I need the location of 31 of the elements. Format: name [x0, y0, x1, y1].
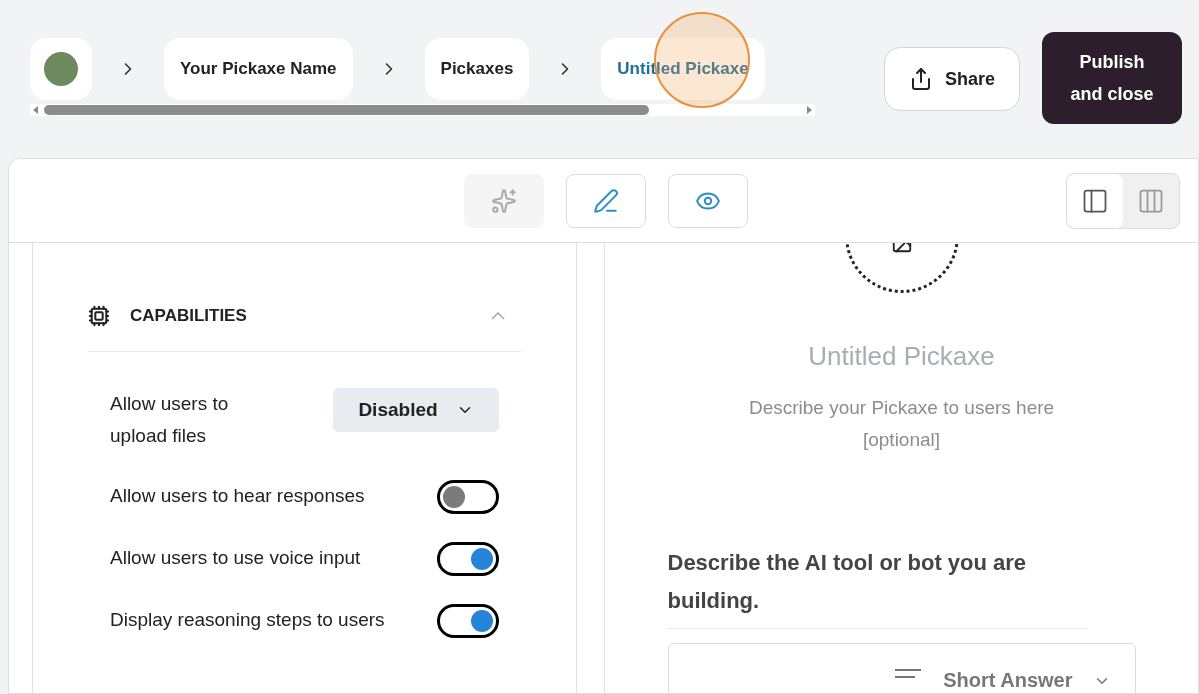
section-title: CAPABILITIES — [130, 304, 247, 327]
horizontal-scrollbar[interactable] — [30, 104, 815, 116]
share-label: Share — [945, 67, 995, 91]
breadcrumb-link[interactable]: Your Pickaxe Name — [164, 38, 353, 100]
toggle-switch[interactable] — [437, 480, 499, 514]
text-lines-icon — [893, 668, 924, 680]
setting-label: Allow users to upload files — [110, 392, 230, 448]
pickaxe-title: Untitled Pickaxe — [808, 340, 995, 373]
capabilities-header[interactable]: CAPABILITIES — [88, 298, 521, 352]
avatar-image — [44, 52, 78, 86]
answer-type: Short Answer — [943, 668, 1073, 692]
pencil-icon — [593, 187, 619, 214]
toggle-switch[interactable] — [437, 542, 499, 576]
share-button[interactable]: Share — [884, 47, 1020, 111]
setting-label: Display reasoning steps to users — [110, 608, 386, 632]
setting-label: Allow users to hear responses — [110, 484, 366, 508]
publish-button[interactable]: Publish and close — [1042, 32, 1182, 124]
setting-label: Allow users to use voice input — [110, 546, 362, 570]
share-icon — [909, 67, 933, 91]
question-label: Describe the AI tool or bot you are building. — [667, 544, 1088, 629]
select-dropdown[interactable]: Disabled — [333, 388, 499, 432]
toggle-switch[interactable] — [437, 604, 499, 638]
pickaxe-description: Describe your Pickaxe to users here [optional] — [747, 396, 1056, 452]
avatar-button[interactable] — [30, 38, 92, 100]
layout-toggle[interactable] — [1067, 173, 1123, 228]
sparkle-icon — [491, 187, 517, 214]
chip-icon — [88, 304, 110, 327]
breadcrumb-link[interactable]: Pickaxes — [424, 38, 530, 100]
answer-field[interactable]: Short Answer — [667, 643, 1136, 693]
toolbar-button[interactable] — [668, 173, 748, 228]
toolbar-button[interactable] — [566, 173, 646, 228]
